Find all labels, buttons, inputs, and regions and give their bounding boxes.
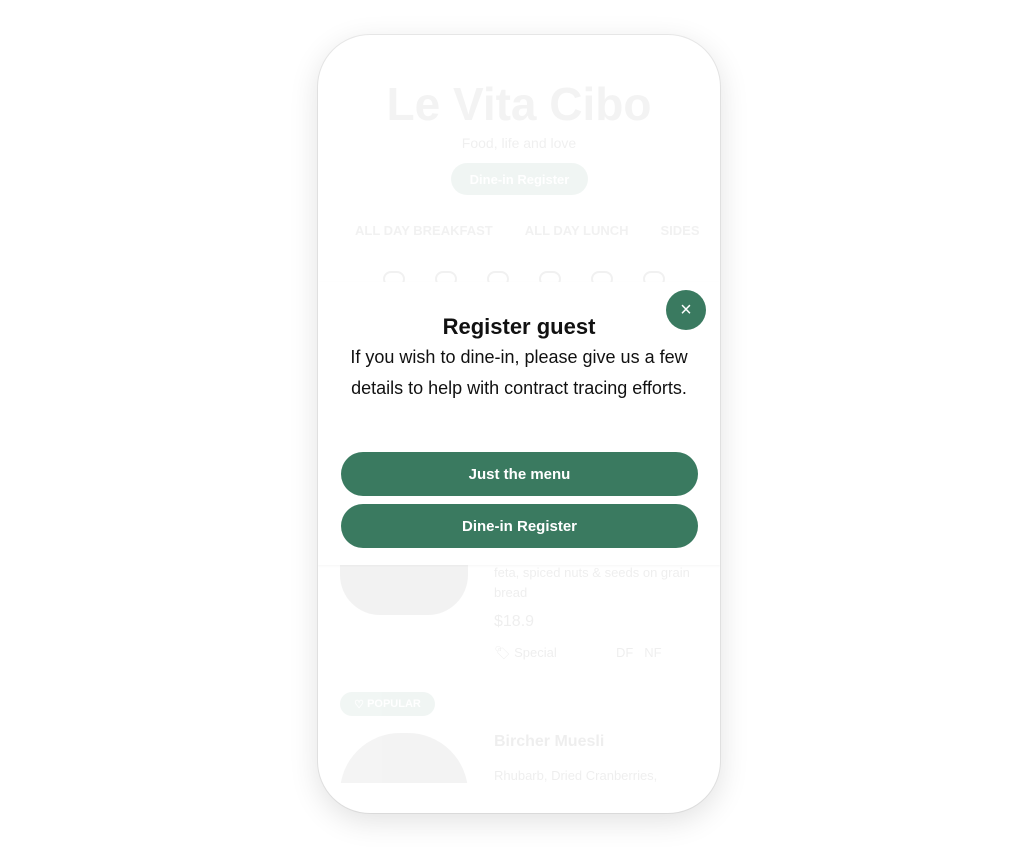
tab-all-day-lunch[interactable]: ALL DAY LUNCH [525,223,629,238]
modal-title: Register guest [442,314,596,339]
category-tabs: ALL DAY BREAKFAST ALL DAY LUNCH SIDES [355,223,700,238]
just-the-menu-button[interactable]: Just the menu [341,452,698,496]
special-tag: Special [514,645,557,660]
tagline: Food, life and love [461,135,577,151]
popular-label: POPULAR [367,698,421,710]
dish-description: Rhubarb, Dried Cranberries, [494,768,658,783]
tag-icon: 🏷 [494,645,515,660]
dine-in-register-pill[interactable]: Dine-in Register [451,163,588,195]
diet-df: DF [616,645,634,660]
dish-price: $18.9 [494,613,535,630]
restaurant-name: Le Vita Cibo [386,78,652,130]
popular-badge: ♡ POPULAR [340,692,435,716]
register-guest-modal: Register guest If you wish to dine-in, p… [318,282,720,565]
tab-all-day-breakfast[interactable]: ALL DAY BREAKFAST [355,223,493,238]
modal-message: If you wish to dine-in, please give us a… [350,347,688,398]
heart-icon: ♡ [354,698,368,711]
diet-nf: NF [644,645,662,660]
dish-description: feta, spiced nuts & seeds on grain bread [494,565,690,600]
close-icon[interactable]: × [666,290,706,330]
dish-name: Bircher Muesli [494,733,605,750]
dish-tags: 🏷 Special DF NF [494,645,694,661]
dine-in-register-button[interactable]: Dine-in Register [341,504,698,548]
dish-image [340,733,468,783]
phone-frame: Le Vita Cibo Food, life and love Dine-in… [318,35,720,813]
tab-sides[interactable]: SIDES [661,223,700,238]
